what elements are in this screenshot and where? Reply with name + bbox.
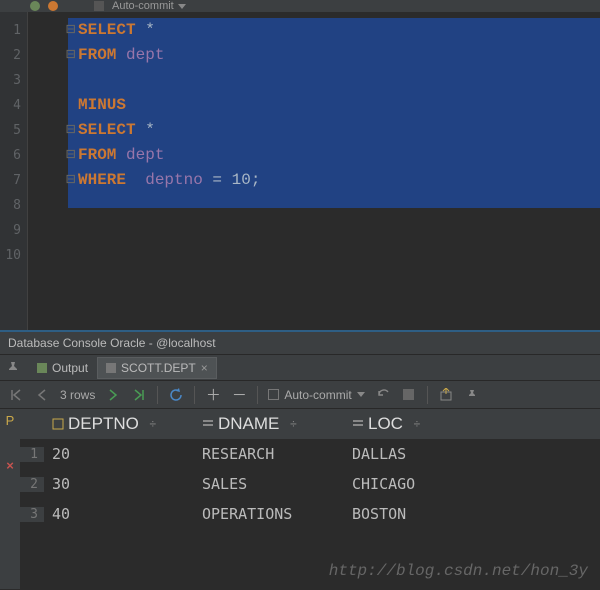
auto-commit-toggle-results[interactable]: Auto-commit <box>268 388 364 402</box>
table-row[interactable]: 120RESEARCHDALLAS <box>20 439 600 469</box>
fold-marker-icon[interactable]: ⊟ <box>66 18 76 43</box>
sql-editor[interactable]: 12345678910 ⊟SELECT * ⊟FROM dept MINUS ⊟… <box>0 12 600 330</box>
column-header-dname[interactable]: DNAME ÷ <box>194 414 344 434</box>
line-number: 9 <box>0 218 21 243</box>
cell-loc[interactable]: DALLAS <box>344 445 474 463</box>
run-indicator-icon[interactable] <box>30 1 40 11</box>
remove-row-button[interactable]: － <box>231 387 247 403</box>
fold-marker-icon[interactable]: ⊟ <box>66 43 76 68</box>
next-page-button[interactable] <box>105 387 121 403</box>
key-icon: P <box>6 413 15 428</box>
close-icon[interactable]: × <box>201 361 208 375</box>
line-number: 10 <box>0 243 21 268</box>
line-gutter: 12345678910 <box>0 12 28 330</box>
cell-dname[interactable]: OPERATIONS <box>194 505 344 523</box>
line-number: 2 <box>0 43 21 68</box>
pin-icon[interactable] <box>6 361 20 375</box>
panel-title: Database Console Oracle - @localhost <box>0 330 600 355</box>
table-row[interactable]: 340OPERATIONSBOSTON <box>20 499 600 529</box>
rows-count-label: 3 rows <box>60 388 95 402</box>
code-token: SELECT <box>78 21 136 39</box>
code-token <box>126 171 145 189</box>
line-number: 6 <box>0 143 21 168</box>
cell-deptno[interactable]: 40 <box>44 505 194 523</box>
watermark-text: http://blog.csdn.net/hon_3y <box>329 562 588 580</box>
tab-label: SCOTT.DEPT <box>121 361 196 375</box>
tab-scott-dept[interactable]: SCOTT.DEPT × <box>97 357 217 379</box>
code-token: MINUS <box>78 96 126 114</box>
code-token: SELECT <box>78 121 136 139</box>
grid-header-row: DEPTNO ÷ DNAME ÷ LOC ÷ <box>20 409 600 439</box>
fold-marker-icon[interactable]: ⊟ <box>66 118 76 143</box>
auto-commit-toggle[interactable]: Auto-commit <box>112 0 186 12</box>
results-side-gutter: P × <box>0 409 20 589</box>
panel-tabs: Output SCOTT.DEPT × <box>0 355 600 381</box>
code-token: dept <box>126 146 164 164</box>
close-results-icon[interactable]: × <box>6 458 14 473</box>
last-page-button[interactable] <box>131 387 147 403</box>
cell-dname[interactable]: SALES <box>194 475 344 493</box>
sort-indicator-icon: ÷ <box>283 417 296 431</box>
code-token: WHERE <box>78 171 126 189</box>
row-number: 3 <box>20 507 44 522</box>
fold-marker-icon[interactable]: ⊟ <box>66 143 76 168</box>
row-number: 1 <box>20 447 44 462</box>
cell-dname[interactable]: RESEARCH <box>194 445 344 463</box>
line-number: 8 <box>0 193 21 218</box>
output-tab-icon <box>37 363 47 373</box>
code-token: FROM <box>78 146 116 164</box>
code-token: deptno <box>145 171 203 189</box>
line-number: 5 <box>0 118 21 143</box>
line-number: 3 <box>0 68 21 93</box>
results-toolbar: 3 rows ＋ － Auto-commit <box>0 381 600 409</box>
cell-deptno[interactable]: 30 <box>44 475 194 493</box>
row-number: 2 <box>20 477 44 492</box>
pin-results-button[interactable] <box>464 387 480 403</box>
auto-commit-label: Auto-commit <box>112 0 174 12</box>
line-number: 1 <box>0 18 21 43</box>
auto-commit-label: Auto-commit <box>284 388 351 402</box>
code-token: = 10 <box>203 171 251 189</box>
column-header-loc[interactable]: LOC ÷ <box>344 414 474 434</box>
code-token: dept <box>126 46 164 64</box>
chevron-down-icon <box>357 392 365 397</box>
code-token: ; <box>251 171 261 189</box>
code-token <box>116 146 126 164</box>
tab-output[interactable]: Output <box>28 357 97 379</box>
prev-page-button[interactable] <box>34 387 50 403</box>
checkbox-icon <box>268 389 279 400</box>
stop-indicator-icon[interactable] <box>48 1 58 11</box>
line-number: 7 <box>0 168 21 193</box>
code-token: * <box>136 21 155 39</box>
export-button[interactable] <box>438 387 454 403</box>
code-area[interactable]: ⊟SELECT * ⊟FROM dept MINUS ⊟SELECT * ⊟FR… <box>28 12 600 330</box>
code-token: FROM <box>78 46 116 64</box>
stop-button[interactable] <box>401 387 417 403</box>
line-number: 4 <box>0 93 21 118</box>
editor-top-toolbar: Auto-commit <box>0 0 600 12</box>
chevron-down-icon <box>178 4 186 9</box>
sort-indicator-icon: ÷ <box>407 417 420 431</box>
checkbox-icon[interactable] <box>94 1 104 11</box>
fold-marker-icon[interactable]: ⊟ <box>66 168 76 193</box>
refresh-button[interactable] <box>168 387 184 403</box>
code-token: * <box>136 121 155 139</box>
cell-loc[interactable]: CHICAGO <box>344 475 474 493</box>
code-token <box>116 46 126 64</box>
revert-button[interactable] <box>375 387 391 403</box>
add-row-button[interactable]: ＋ <box>205 387 221 403</box>
column-header-deptno[interactable]: DEPTNO ÷ <box>44 414 194 434</box>
cell-deptno[interactable]: 20 <box>44 445 194 463</box>
first-page-button[interactable] <box>8 387 24 403</box>
table-tab-icon <box>106 363 116 373</box>
sort-indicator-icon: ÷ <box>143 417 156 431</box>
code-text[interactable]: ⊟SELECT * ⊟FROM dept MINUS ⊟SELECT * ⊟FR… <box>38 18 600 268</box>
cell-loc[interactable]: BOSTON <box>344 505 474 523</box>
table-row[interactable]: 230SALESCHICAGO <box>20 469 600 499</box>
tab-label: Output <box>52 361 88 375</box>
